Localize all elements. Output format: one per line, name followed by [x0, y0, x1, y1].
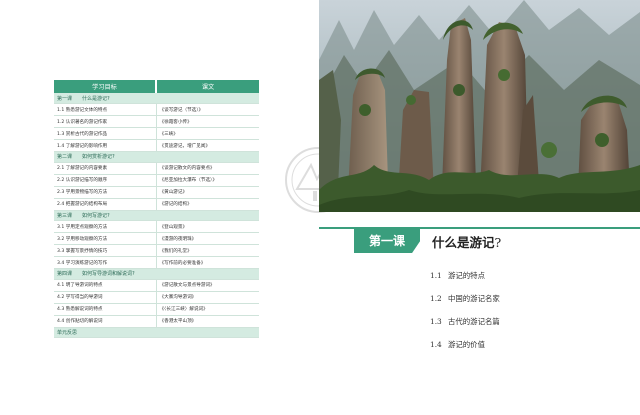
table-row: 2.4 把握游记的结构布局 《游记的结构》 — [54, 198, 259, 211]
text-cell: 《黄山游记》 — [156, 186, 259, 199]
text-cell: 《香港太平山顶》 — [156, 315, 259, 328]
list-item: 1.2 中国的游记名家 — [430, 293, 500, 316]
table-row: 4.4 创作贴切的解说词 《香港太平山顶》 — [54, 315, 259, 328]
lesson-title-mark: ? — [494, 235, 502, 250]
text-cell: 《尼亚加拉大瀑布（节选）》 — [156, 174, 259, 187]
table-row: 2.1 了解游记的内容要素 《谈游记散文的内容要点》 — [54, 162, 259, 175]
lesson-title-text: 什么是游记 — [432, 235, 495, 250]
unit-row: 第三课 如何写游记? — [54, 210, 259, 221]
unit-title: 如何写导游词和解说词? — [82, 271, 135, 278]
unit-title: 如何写游记? — [82, 212, 110, 219]
lesson-header-band: 第一课 什么是游记? — [319, 227, 640, 255]
text-cell: 《游记的结构》 — [156, 198, 259, 211]
curriculum-table: 学习目标 课文 第一课 什么是游记? 1.1 熟悉游记文体的特点 《谈写游记（节选）… — [54, 80, 259, 338]
goal-cell: 4.2 学写得当的导游词 — [54, 291, 157, 304]
unit-row: 第四课 如何写导游词和解说词? — [54, 268, 259, 280]
table-row: 3.2 学用移动观察的方法 《漫游的夜明珠》 — [54, 232, 259, 245]
goal-cell: 3.3 掌握写景抒情的技巧 — [54, 244, 157, 257]
lesson-number-tab: 第一课 — [354, 227, 420, 253]
text-cell: 《贯途游记，增广见闻》 — [156, 139, 259, 152]
text-cell: 《谈游记散文的内容要点》 — [156, 162, 259, 175]
text-cell: 《谈写游记（节选）》 — [156, 103, 259, 116]
table-row: 1.4 了解游记的影响作用 《贯途游记，增广见闻》 — [54, 139, 259, 152]
text-cell: 《大寨沟导游词》 — [156, 291, 259, 304]
table-row: 3.4 学习演练游记的写作 《写作前的必要准备》 — [54, 256, 259, 269]
table-row: 2.3 学用景物描写的方法 《黄山游记》 — [54, 186, 259, 199]
goal-cell: 1.2 认识著名的游记作家 — [54, 115, 157, 128]
item-number: 1.1 — [430, 271, 442, 280]
list-item: 1.3 古代的游记名篇 — [430, 316, 500, 339]
item-number: 1.3 — [430, 317, 442, 326]
goal-cell: 2.2 认识游记描写的顺序 — [54, 174, 157, 187]
goal-cell: 2.1 了解游记的内容要素 — [54, 162, 157, 175]
text-cell: 《我们的礼堂》 — [156, 244, 259, 257]
header-texts: 课文 — [156, 80, 259, 93]
text-cell: 《三峡》 — [156, 127, 259, 140]
lesson-title: 什么是游记? — [432, 232, 501, 251]
table-row: 4.3 熟悉解说词的特点 《〈长江三峡〉解说词》 — [54, 303, 259, 316]
goal-cell: 4.1 明了导游词的特点 — [54, 279, 157, 292]
text-cell: 《漫游的夜明珠》 — [156, 232, 259, 245]
goal-cell: 4.4 创作贴切的解说词 — [54, 315, 157, 328]
text-cell: 《写作前的必要准备》 — [156, 256, 259, 269]
lesson-outline: 1.1 游记的特点 1.2 中国的游记名家 1.3 古代的游记名篇 1.4 游记的价值 — [430, 270, 500, 362]
goal-cell: 2.3 学用景物描写的方法 — [54, 186, 157, 199]
unit-title: 什么是游记? — [82, 95, 110, 102]
table-row: 4.2 学写得当的导游词 《大寨沟导游词》 — [54, 291, 259, 304]
goal-cell: 1.4 了解游记的影响作用 — [54, 139, 157, 152]
table-row: 1.2 认识著名的游记作家 《徐霞客小传》 — [54, 115, 259, 128]
table-row: 3.3 掌握写景抒情的技巧 《我们的礼堂》 — [54, 244, 259, 257]
unit-reflection-label: 单元反思 — [54, 327, 259, 338]
unit-number: 第二课 — [57, 154, 73, 161]
text-cell: 《登山观景》 — [156, 220, 259, 233]
item-text: 游记的特点 — [448, 271, 485, 280]
goal-cell: 3.1 学用定点观察的方法 — [54, 220, 157, 233]
text-cell: 《徐霞客小传》 — [156, 115, 259, 128]
unit-number: 第一课 — [57, 95, 73, 102]
text-cell: 《〈长江三峡〉解说词》 — [156, 303, 259, 316]
table-row: 1.3 赏析古代的游记作品 《三峡》 — [54, 127, 259, 140]
unit-row: 第一课 什么是游记? — [54, 93, 259, 104]
item-text: 古代的游记名篇 — [448, 317, 500, 326]
unit-number: 第四课 — [57, 271, 73, 278]
item-text: 游记的价值 — [448, 340, 485, 349]
table-header-row: 学习目标 课文 — [54, 80, 259, 93]
item-number: 1.4 — [430, 340, 442, 349]
unit-title: 如何赏析游记? — [82, 154, 115, 161]
sandstone-pillars-illustration — [319, 0, 640, 212]
goal-cell: 4.3 熟悉解说词的特点 — [54, 303, 157, 316]
goal-cell: 3.2 学用移动观察的方法 — [54, 232, 157, 245]
table-row: 1.1 熟悉游记文体的特点 《谈写游记（节选）》 — [54, 103, 259, 116]
unit-number: 第三课 — [57, 212, 73, 219]
item-text: 中国的游记名家 — [448, 294, 500, 303]
table-row: 3.1 学用定点观察的方法 《登山观景》 — [54, 220, 259, 233]
table-row: 4.1 明了导游词的特点 《游记散文与景点导游词》 — [54, 279, 259, 292]
table-row: 2.2 认识游记描写的顺序 《尼亚加拉大瀑布（节选）》 — [54, 174, 259, 187]
goal-cell: 1.3 赏析古代的游记作品 — [54, 127, 157, 140]
header-goals: 学习目标 — [54, 80, 157, 93]
list-item: 1.1 游记的特点 — [430, 270, 500, 293]
unit-reflection-row: 单元反思 — [54, 327, 259, 338]
item-number: 1.2 — [430, 294, 442, 303]
list-item: 1.4 游记的价值 — [430, 339, 500, 362]
landscape-photo — [319, 0, 640, 212]
goal-cell: 2.4 把握游记的结构布局 — [54, 198, 157, 211]
text-cell: 《游记散文与景点导游词》 — [156, 279, 259, 292]
unit-row: 第二课 如何赏析游记? — [54, 151, 259, 163]
goal-cell: 1.1 熟悉游记文体的特点 — [54, 103, 157, 116]
goal-cell: 3.4 学习演练游记的写作 — [54, 256, 157, 269]
